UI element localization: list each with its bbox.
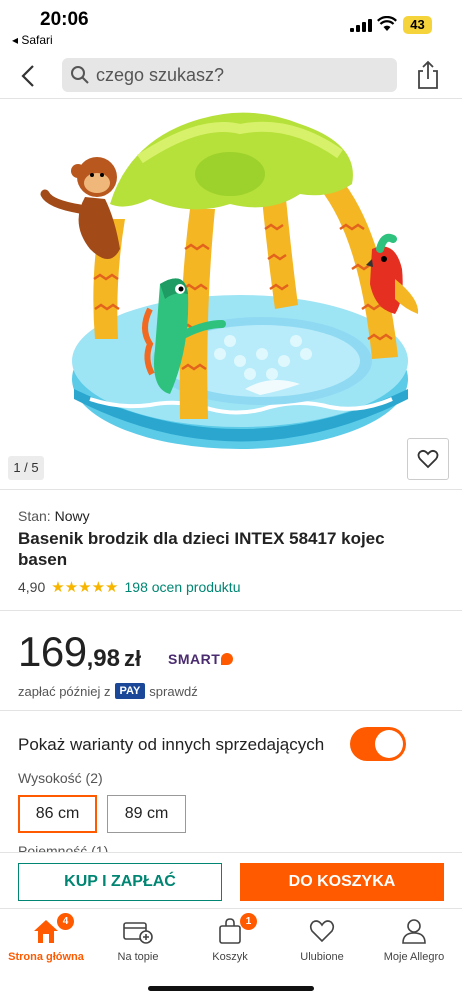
heart-icon [309,920,335,943]
divider [0,610,462,611]
smart-logo-icon [221,653,234,665]
condition: Stan: Nowy [18,508,90,524]
tab-label: Moje Allegro [383,951,445,963]
user-icon [402,919,426,944]
tab-label: Na topie [117,951,159,963]
rating-value: 4,90 [18,579,46,595]
rating-row[interactable]: 4,90 ★★★★★ 198 ocen produktu [18,578,240,596]
image-counter: 1 / 5 [8,456,44,480]
price-main: 169 [18,628,87,675]
star-rating-icon: ★★★★★ [51,579,119,596]
price-cents: ,98 [86,645,120,672]
share-icon[interactable] [415,60,441,90]
product-image [40,112,419,449]
pay-later-row[interactable]: zapłać później z PAY sprawdź [18,683,198,699]
rating-count-link[interactable]: 198 ocen produktu [125,579,241,595]
condition-value: Nowy [54,508,90,524]
tab-label: Ulubione [300,951,344,963]
pay-later-prefix: zapłać później z [18,683,111,699]
back-arrow-icon[interactable] [16,62,42,90]
search-input[interactable] [96,58,386,92]
condition-label: Stan: [18,508,51,524]
height-option-89[interactable]: 89 cm [107,795,186,833]
signal-icon [350,19,372,32]
tab-trending[interactable]: Na topie [92,915,184,963]
home-badge: 4 [57,913,74,930]
add-to-cart-button[interactable]: DO KOSZYKA [240,863,444,901]
pay-later-check-link[interactable]: sprawdź [149,684,197,699]
status-time: 20:06 [40,9,89,30]
search-bar[interactable] [62,58,397,92]
price: 169,98 zł [18,628,141,676]
home-indicator [148,986,314,991]
tab-home[interactable]: 4 Strona główna [0,913,92,963]
pay-logo-icon: PAY [114,683,146,699]
battery-icon: 43 [403,16,432,34]
product-title: Basenik brodzik dla dzieci INTEX 58417 k… [18,529,385,569]
tab-label: Koszyk [212,951,248,963]
height-option-86[interactable]: 86 cm [18,795,97,833]
tab-my-allegro[interactable]: Moje Allegro [368,915,460,963]
search-header [0,56,462,98]
smart-label: SMART [168,651,221,667]
search-icon [71,66,89,84]
monkey-toy [40,157,120,259]
home-icon [34,920,58,943]
tab-favorites[interactable]: Ulubione [276,915,368,963]
trending-icon [123,922,153,944]
buy-now-button[interactable]: KUP I ZAPŁAĆ [18,863,222,901]
tab-cart[interactable]: 1 Koszyk [184,913,276,963]
wifi-icon [377,16,397,31]
toggle-knob [375,730,403,758]
action-bar: KUP I ZAPŁAĆ DO KOSZYKA [0,852,462,908]
divider [0,710,462,711]
tab-label: Strona główna [8,951,84,963]
height-label: Wysokość (2) [18,770,103,786]
bottom-tab-bar: 4 Strona główna Na topie 1 Koszyk Ulubio… [0,908,462,999]
favorite-button[interactable] [407,438,449,480]
cart-badge: 1 [240,913,257,930]
divider [0,489,462,490]
heart-icon [417,449,439,469]
smart-badge[interactable]: SMART [168,651,234,667]
status-bar: 20:06 ◂ Safari 43 [0,0,462,50]
variants-toggle[interactable] [350,727,406,761]
variants-toggle-label: Pokaż warianty od innych sprzedających [18,735,325,754]
product-gallery[interactable]: 1 / 5 [0,99,462,489]
price-currency: zł [123,646,142,671]
back-to-safari-link[interactable]: ◂ Safari [12,33,53,47]
